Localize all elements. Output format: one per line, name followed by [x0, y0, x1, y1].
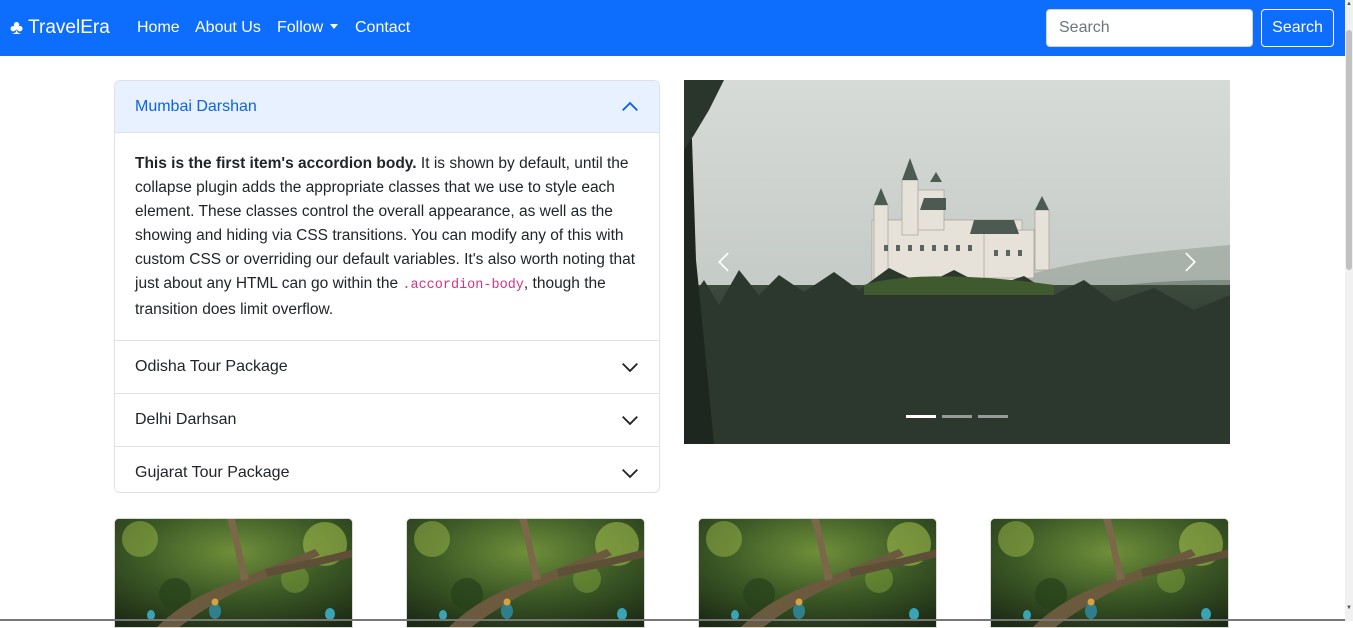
accordion-title: Gujarat Tour Package	[135, 464, 290, 481]
castle-slide-image	[684, 80, 1230, 444]
chevron-down-icon	[622, 362, 638, 373]
brand-name: TravelEra	[28, 17, 110, 38]
scroll-up-icon[interactable]: ▲	[1345, 0, 1353, 8]
chevron-right-icon	[1185, 252, 1196, 272]
carousel-indicator-3[interactable]	[978, 415, 1008, 418]
accordion-header-odisha[interactable]: Odisha Tour Package	[115, 340, 659, 393]
card-3	[698, 518, 937, 628]
accordion-header-delhi[interactable]: Delhi Darhsan	[115, 393, 659, 446]
scroll-thumb[interactable]	[1346, 30, 1352, 270]
bird-card-image	[115, 519, 352, 627]
bird-card-image	[407, 519, 644, 627]
bird-card-image	[991, 519, 1228, 627]
card-2	[406, 518, 645, 628]
accordion-title: Delhi Darhsan	[135, 411, 237, 428]
accordion-header-mumbai[interactable]: Mumbai Darshan	[115, 81, 659, 133]
search-input[interactable]	[1046, 9, 1253, 47]
chevron-left-icon	[718, 252, 729, 272]
caret-down-icon	[330, 24, 339, 29]
nav-contact[interactable]: Contact	[355, 18, 410, 38]
scroll-down-icon[interactable]: ▼	[1345, 604, 1353, 612]
chevron-up-icon	[622, 101, 638, 111]
accordion-body-text: It is shown by default, until the collap…	[135, 155, 636, 292]
nav-about-us[interactable]: About Us	[195, 18, 261, 38]
accordion-body: This is the first item's accordion body.…	[115, 133, 659, 340]
carousel-indicator-2[interactable]	[942, 415, 972, 418]
card-4	[990, 518, 1229, 628]
accordion-header-gujarat[interactable]: Gujarat Tour Package	[115, 446, 659, 492]
chevron-down-icon	[622, 468, 638, 479]
nav-follow-label: Follow	[277, 19, 324, 36]
club-icon: ♣	[10, 17, 24, 39]
carousel-next-button[interactable]	[1150, 80, 1230, 444]
chevron-down-icon	[622, 415, 638, 426]
bird-card-image	[699, 519, 936, 627]
carousel-indicator-1[interactable]	[906, 415, 936, 418]
image-carousel	[684, 80, 1230, 444]
accordion-title: Mumbai Darshan	[135, 97, 257, 115]
accordion-title: Odisha Tour Package	[135, 358, 288, 375]
brand-link[interactable]: ♣ TravelEra	[10, 15, 110, 41]
accordion-body-code: .accordion-body	[402, 278, 524, 293]
card-1	[114, 518, 353, 628]
navbar: ♣ TravelEra Home About Us Follow Contact…	[0, 0, 1345, 56]
carousel-prev-button[interactable]	[684, 80, 764, 444]
page-scrollbar[interactable]: ▲ ▼	[1345, 0, 1353, 621]
tour-accordion: Mumbai Darshan This is the first item's …	[114, 80, 660, 493]
nav-home[interactable]: Home	[137, 18, 180, 38]
search-button[interactable]: Search	[1261, 9, 1334, 47]
accordion-body-strong: This is the first item's accordion body.	[135, 155, 417, 172]
carousel-indicators	[684, 415, 1230, 418]
nav-follow-dropdown[interactable]: Follow	[277, 18, 339, 38]
